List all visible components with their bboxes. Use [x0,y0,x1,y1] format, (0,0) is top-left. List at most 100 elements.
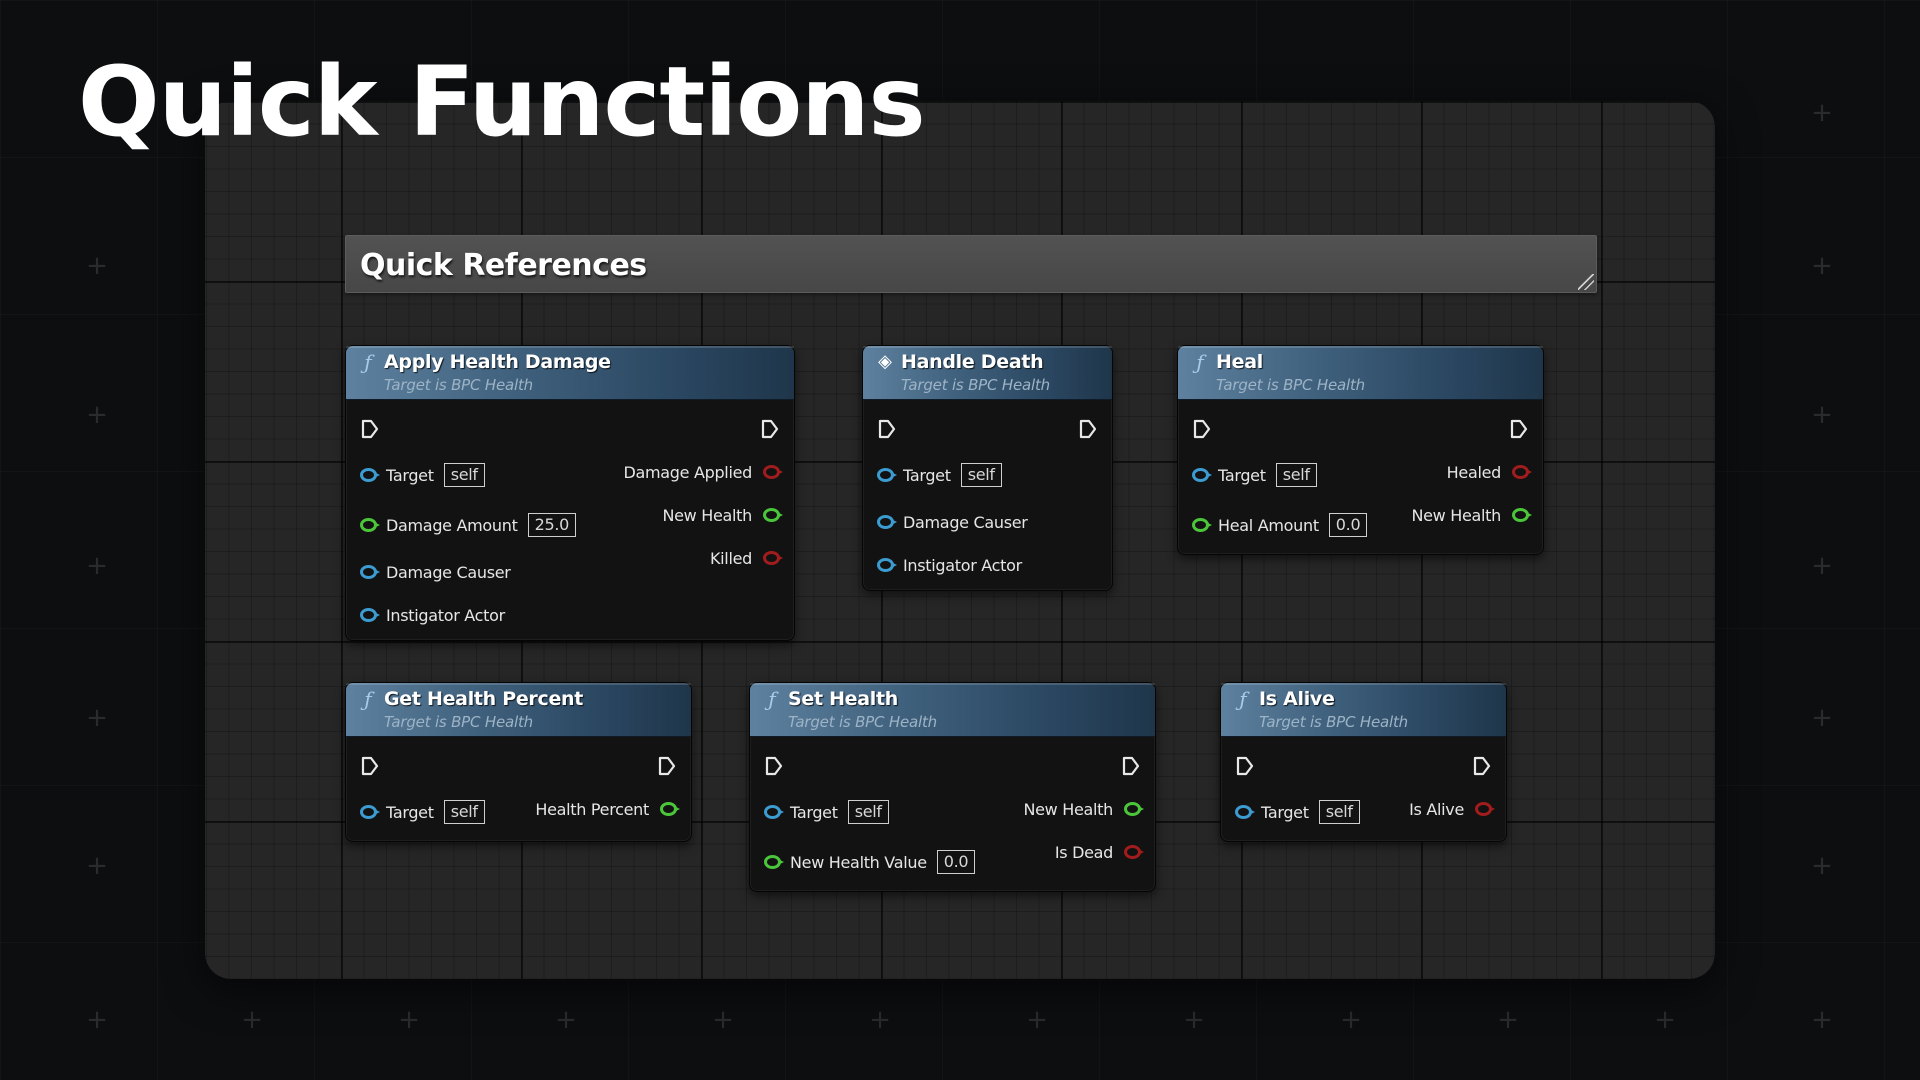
pin-label: Instigator Actor [903,555,1022,575]
bool-pin-icon[interactable] [1512,465,1532,479]
float-pin-icon[interactable] [660,802,680,816]
object-pin-icon[interactable] [877,515,897,529]
bool-pin-icon[interactable] [763,465,783,479]
exec-output-pin-icon[interactable] [1078,418,1098,440]
object-pin-icon[interactable] [360,468,380,482]
float-pin-icon[interactable] [1512,508,1532,522]
target-value-field[interactable]: self [1318,800,1360,824]
node-title: Apply Health Damage [384,351,611,373]
object-pin-icon[interactable] [360,608,380,622]
input-pin-damage-causer[interactable]: Damage Causer [360,559,511,585]
float-pin-icon[interactable] [763,508,783,522]
comment-box[interactable]: Quick References [345,235,1597,293]
float-pin-icon[interactable] [360,518,380,532]
target-value-field[interactable]: self [443,463,485,487]
node-header[interactable]: ƒ Is Alive Target is BPC Health [1221,683,1506,737]
output-pin-new-health[interactable]: New Health [1023,796,1144,822]
node-header[interactable]: ƒ Set Health Target is BPC Health [750,683,1155,737]
resize-grip-icon[interactable] [1578,274,1594,290]
output-pin-damage-applied[interactable]: Damage Applied [623,459,783,485]
target-value-field[interactable]: self [960,463,1002,487]
input-pin-target[interactable]: Target self [360,799,485,825]
input-pin-new-health-value[interactable]: New Health Value 0.0 [764,849,976,875]
node-subtitle: Target is BPC Health [788,713,937,731]
target-value-field[interactable]: self [443,800,485,824]
bool-pin-icon[interactable] [763,551,783,565]
output-pin-is-alive[interactable]: Is Alive [1409,796,1495,822]
node-header[interactable]: ƒ Apply Health Damage Target is BPC Heal… [346,346,794,400]
exec-input-pin-icon[interactable] [764,755,784,777]
pin-label: Target [1261,802,1309,822]
object-pin-icon[interactable] [360,805,380,819]
target-value-field[interactable]: self [847,800,889,824]
exec-input-pin-icon[interactable] [360,755,380,777]
exec-output-pin-icon[interactable] [1509,418,1529,440]
output-pin-new-health[interactable]: New Health [1411,502,1532,528]
background-plus-icon: + [398,1005,420,1035]
exec-output-pin-icon[interactable] [1121,755,1141,777]
pin-label: Instigator Actor [386,605,505,625]
output-pin-is-dead[interactable]: Is Dead [1054,839,1144,865]
node-subtitle: Target is BPC Health [384,376,533,394]
bool-pin-icon[interactable] [1124,845,1144,859]
object-pin-icon[interactable] [764,805,784,819]
object-pin-icon[interactable] [877,558,897,572]
output-pin-killed[interactable]: Killed [710,545,783,571]
input-pin-damage-causer[interactable]: Damage Causer [877,509,1028,535]
input-pin-target[interactable]: Target self [360,462,485,488]
heal-amount-field[interactable]: 0.0 [1328,513,1368,537]
exec-output-pin-icon[interactable] [1472,755,1492,777]
object-pin-icon[interactable] [1235,805,1255,819]
exec-input-pin-icon[interactable] [877,418,897,440]
pin-label: New Health [662,505,752,525]
input-pin-damage-amount[interactable]: Damage Amount 25.0 [360,512,577,538]
node-title: Get Health Percent [384,688,584,710]
input-pin-target[interactable]: Target self [1235,799,1360,825]
exec-input-pin-icon[interactable] [360,418,380,440]
pin-label: Is Dead [1054,842,1113,862]
exec-input-pin-icon[interactable] [1235,755,1255,777]
node-is-alive[interactable]: ƒ Is Alive Target is BPC Health Target s… [1220,682,1507,842]
node-apply-health-damage[interactable]: ƒ Apply Health Damage Target is BPC Heal… [345,345,795,641]
output-pin-new-health[interactable]: New Health [662,502,783,528]
bool-pin-icon[interactable] [1475,802,1495,816]
input-pin-instigator-actor[interactable]: Instigator Actor [360,602,505,628]
exec-output-pin-icon[interactable] [760,418,780,440]
background-plus-icon: + [86,703,108,733]
new-health-value-field[interactable]: 0.0 [936,850,976,874]
background-plus-icon: + [712,1005,734,1035]
node-header[interactable]: ƒ Get Health Percent Target is BPC Healt… [346,683,691,737]
function-icon: ƒ [364,687,372,711]
background-plus-icon: + [1811,1005,1833,1035]
node-header[interactable]: ◈ Handle Death Target is BPC Health [863,346,1112,400]
input-pin-instigator-actor[interactable]: Instigator Actor [877,552,1022,578]
input-pin-target[interactable]: Target self [877,462,1002,488]
float-pin-icon[interactable] [1192,518,1212,532]
background-plus-icon: + [1026,1005,1048,1035]
object-pin-icon[interactable] [1192,468,1212,482]
exec-input-pin-icon[interactable] [1192,418,1212,440]
node-handle-death[interactable]: ◈ Handle Death Target is BPC Health Targ… [862,345,1113,591]
pin-label: New Health [1023,799,1113,819]
float-pin-icon[interactable] [764,855,784,869]
blueprint-graph-panel[interactable]: Quick References ƒ Apply Health Damage T… [205,101,1715,979]
output-pin-healed[interactable]: Healed [1447,459,1532,485]
node-heal[interactable]: ƒ Heal Target is BPC Health Target self … [1177,345,1544,555]
background-plus-icon: + [86,551,108,581]
object-pin-icon[interactable] [877,468,897,482]
input-pin-heal-amount[interactable]: Heal Amount 0.0 [1192,512,1368,538]
node-set-health[interactable]: ƒ Set Health Target is BPC Health Target… [749,682,1156,892]
output-pin-health-percent[interactable]: Health Percent [535,796,680,822]
background-plus-icon: + [241,1005,263,1035]
exec-output-pin-icon[interactable] [657,755,677,777]
damage-amount-field[interactable]: 25.0 [527,513,577,537]
input-pin-target[interactable]: Target self [764,799,889,825]
target-value-field[interactable]: self [1275,463,1317,487]
function-icon: ƒ [1239,687,1247,711]
input-pin-target[interactable]: Target self [1192,462,1317,488]
node-header[interactable]: ƒ Heal Target is BPC Health [1178,346,1543,400]
node-get-health-percent[interactable]: ƒ Get Health Percent Target is BPC Healt… [345,682,692,842]
object-pin-icon[interactable] [360,565,380,579]
float-pin-icon[interactable] [1124,802,1144,816]
background-plus-icon: + [1497,1005,1519,1035]
